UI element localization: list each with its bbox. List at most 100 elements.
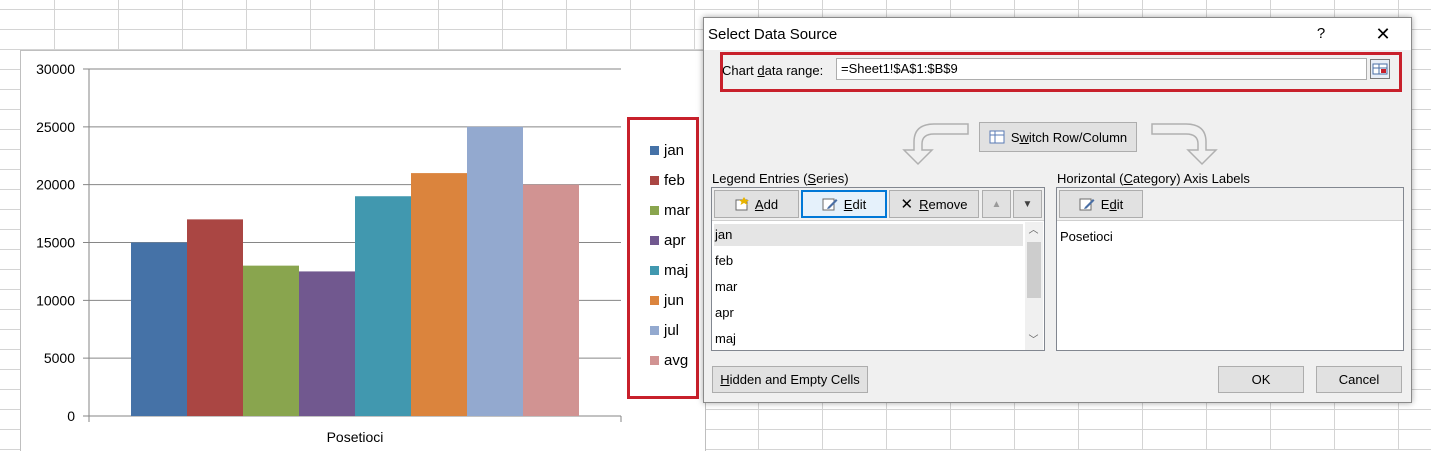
triangle-down-icon: ▼ bbox=[1022, 198, 1033, 210]
legend-entry-jun[interactable]: jun bbox=[650, 290, 684, 310]
help-button[interactable]: ? bbox=[1306, 23, 1336, 45]
switch-label-a: S bbox=[1010, 129, 1020, 145]
move-up-button[interactable]: ▲ bbox=[982, 190, 1011, 218]
remove-rest: emove bbox=[928, 196, 968, 212]
add-accel: A bbox=[754, 196, 764, 212]
close-icon[interactable]: ✕ bbox=[1368, 23, 1398, 45]
triangle-up-icon: ▲ bbox=[991, 198, 1002, 210]
legend-label: feb bbox=[664, 171, 685, 189]
legend-swatch bbox=[650, 355, 659, 365]
bar-maj bbox=[355, 196, 411, 416]
series-list-item[interactable]: maj bbox=[714, 328, 1023, 350]
legend-entry-avg[interactable]: avg bbox=[650, 350, 688, 370]
legend-entries-a: Legend Entries ( bbox=[712, 171, 808, 186]
legend-entry-jul[interactable]: jul bbox=[650, 320, 679, 340]
axis-label-item[interactable]: Posetioci bbox=[1059, 226, 1113, 248]
y-tick-label: 5000 bbox=[44, 350, 75, 366]
legend-entry-maj[interactable]: maj bbox=[650, 260, 688, 280]
range-picker-icon[interactable] bbox=[1370, 59, 1390, 79]
legend-entry-mar[interactable]: mar bbox=[650, 200, 690, 220]
axis-labels-a: Horizontal ( bbox=[1057, 171, 1124, 186]
hidden-accel: H bbox=[720, 372, 730, 387]
legend-swatch bbox=[650, 235, 659, 245]
series-list-item[interactable]: apr bbox=[714, 302, 1023, 324]
range-label-accel: d bbox=[757, 63, 765, 78]
dialog-titlebar[interactable]: Select Data Source ? ✕ bbox=[704, 18, 1411, 50]
legend-swatch bbox=[650, 145, 659, 155]
y-tick-label: 15000 bbox=[36, 235, 75, 251]
axis-labels-panel: Edit Posetioci bbox=[1056, 187, 1404, 351]
legend-label: jul bbox=[664, 321, 680, 339]
legend-label: apr bbox=[664, 231, 686, 249]
hidden-empty-cells-button[interactable]: Hidden and Empty Cells bbox=[712, 366, 868, 393]
column-chart[interactable]: 30000 25000 20000 15000 10000 5000 0 Posetioci … bbox=[20, 50, 706, 451]
bar-avg bbox=[523, 184, 579, 416]
range-label-text-end: ata range: bbox=[764, 63, 824, 78]
remove-label: Remove bbox=[919, 197, 967, 212]
legend-entry-apr[interactable]: apr bbox=[650, 230, 686, 250]
arrow-left-icon bbox=[902, 123, 969, 166]
axis-edit-b: it bbox=[1116, 196, 1124, 212]
legend-swatch bbox=[650, 325, 659, 335]
y-tick-label: 10000 bbox=[36, 292, 75, 308]
legend-entries-accel: S bbox=[807, 171, 817, 186]
axis-labels-b: ategory) Axis Labels bbox=[1132, 171, 1250, 186]
axis-edit-accel: d bbox=[1109, 196, 1117, 212]
legend-entries-b: eries) bbox=[816, 171, 849, 186]
bar-apr bbox=[299, 271, 355, 416]
add-label: Add bbox=[755, 197, 778, 212]
switch-icon bbox=[989, 130, 1005, 144]
legend-swatch bbox=[650, 175, 659, 185]
y-tick-label: 25000 bbox=[36, 119, 75, 135]
series-list[interactable]: jan feb mar apr maj bbox=[712, 222, 1025, 350]
range-label-text: Chart bbox=[722, 63, 758, 78]
ok-button[interactable]: OK bbox=[1218, 366, 1304, 393]
switch-row-column-button[interactable]: Switch Row/Column bbox=[979, 122, 1137, 152]
series-scrollbar[interactable]: ︿ ﹀ bbox=[1025, 222, 1043, 350]
edit-rest: dit bbox=[852, 196, 867, 212]
legend-swatch bbox=[650, 295, 659, 305]
legend-swatch bbox=[650, 205, 659, 215]
bar-jan bbox=[131, 242, 187, 416]
chevron-up-icon[interactable]: ︿ bbox=[1025, 222, 1042, 239]
move-down-button[interactable]: ▼ bbox=[1013, 190, 1042, 218]
bar-feb bbox=[187, 219, 243, 416]
bar-jul bbox=[467, 126, 523, 416]
switch-label-b: itch Row/Column bbox=[1028, 129, 1128, 145]
axis-edit-label: Edit bbox=[1101, 197, 1123, 212]
cancel-button[interactable]: Cancel bbox=[1316, 366, 1402, 393]
add-icon bbox=[735, 197, 749, 211]
add-rest: dd bbox=[763, 196, 779, 212]
legend-entry-jan[interactable]: jan bbox=[650, 140, 684, 160]
arrow-right-icon bbox=[1151, 123, 1218, 166]
legend-entry-feb[interactable]: feb bbox=[650, 170, 685, 190]
hidden-empty-cells-label: Hidden and Empty Cells bbox=[720, 372, 859, 387]
series-list-item[interactable]: mar bbox=[714, 276, 1023, 298]
remove-series-button[interactable]: ✕ Remove bbox=[889, 190, 979, 218]
legend-entries-label: Legend Entries (Series) bbox=[712, 171, 849, 186]
legend-label: jan bbox=[664, 141, 685, 159]
chart-data-range-label: Chart data range: bbox=[722, 63, 823, 78]
scroll-thumb[interactable] bbox=[1027, 242, 1041, 298]
x-category-label: Posetioci bbox=[327, 429, 384, 445]
edit-icon bbox=[822, 198, 838, 211]
chart-data-range-input[interactable]: =Sheet1!$A$1:$B$9 bbox=[836, 58, 1367, 80]
range-picker-glyph bbox=[1372, 63, 1388, 75]
legend-swatch bbox=[650, 265, 659, 275]
switch-label-accel: w bbox=[1019, 129, 1029, 145]
edit-label: Edit bbox=[844, 197, 866, 212]
axis-labels-accel: C bbox=[1123, 171, 1133, 186]
legend-label: mar bbox=[664, 201, 690, 219]
chevron-down-icon[interactable]: ﹀ bbox=[1025, 332, 1042, 349]
chart-legend[interactable]: jan feb mar apr maj jun jul avg bbox=[627, 117, 699, 399]
edit-axis-labels-button[interactable]: Edit bbox=[1059, 190, 1143, 218]
edit-icon bbox=[1079, 198, 1095, 211]
series-list-item[interactable]: jan bbox=[714, 224, 1023, 246]
edit-series-button[interactable]: Edit bbox=[801, 190, 887, 218]
y-tick-label: 20000 bbox=[36, 177, 75, 193]
dialog-title: Select Data Source bbox=[708, 26, 838, 43]
bar-mar bbox=[243, 265, 299, 416]
switch-label: Switch Row/Column bbox=[1011, 130, 1127, 145]
series-list-item[interactable]: feb bbox=[714, 250, 1023, 272]
add-series-button[interactable]: Add bbox=[714, 190, 799, 218]
